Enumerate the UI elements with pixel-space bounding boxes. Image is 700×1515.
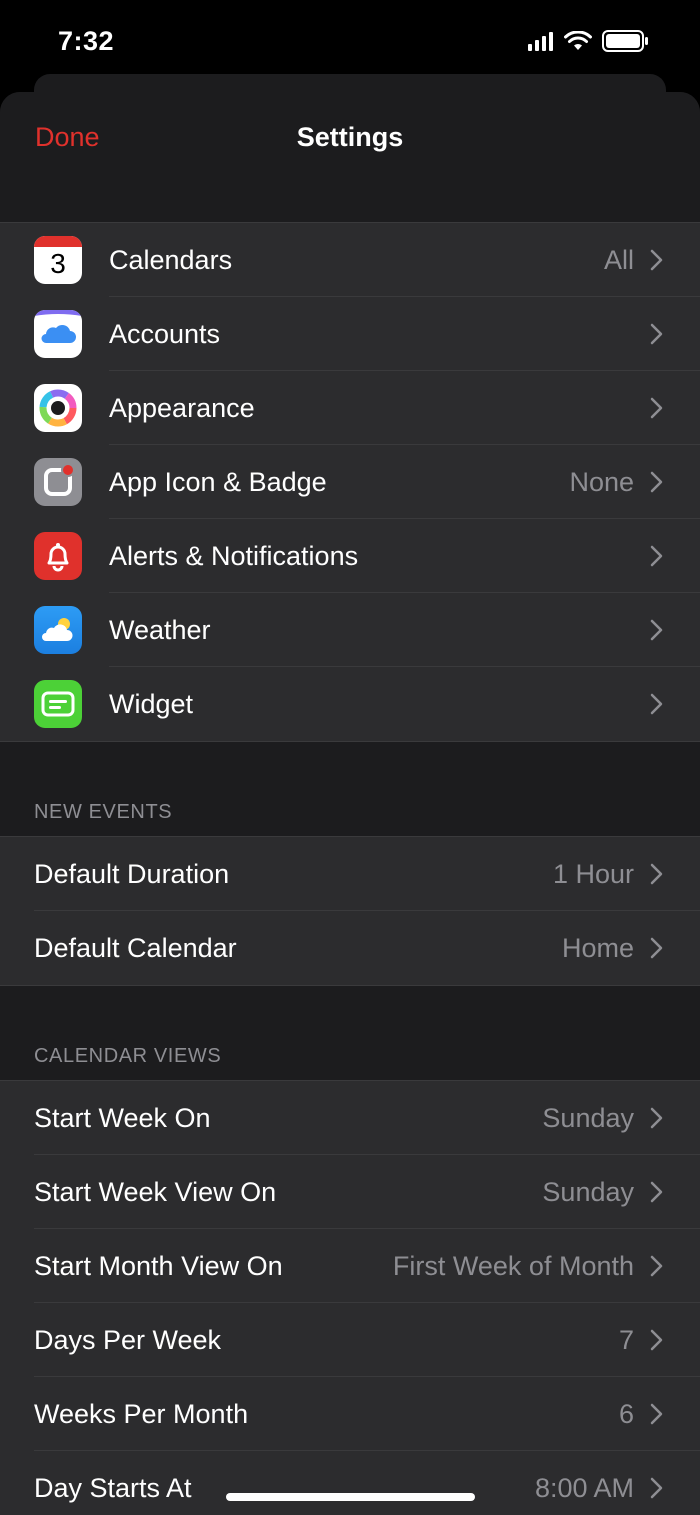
status-time: 7:32 <box>58 26 115 56</box>
calendar-icon: 3 <box>34 236 82 284</box>
calendars-value: All <box>603 245 634 275</box>
settings-row-calendars[interactable]: 3 Calendars All <box>0 223 700 297</box>
weather-icon <box>34 606 82 654</box>
battery-icon <box>602 30 648 52</box>
general-settings-group: 3 Calendars All Accounts Appearance App … <box>0 223 700 742</box>
chevron-right-icon <box>650 471 663 493</box>
nav-bar: Done Settings <box>0 92 700 186</box>
settings-row-start-month-view-on[interactable]: Start Month View On First Week of Month <box>0 1229 700 1303</box>
new-events-group: Default Duration 1 Hour Default Calendar… <box>0 837 700 986</box>
chevron-right-icon <box>650 693 663 715</box>
calendar-views-group: Start Week On Sunday Start Week View On … <box>0 1081 700 1515</box>
settings-row-default-duration[interactable]: Default Duration 1 Hour <box>0 837 700 911</box>
chevron-right-icon <box>650 1181 663 1203</box>
settings-row-accounts[interactable]: Accounts <box>0 297 700 371</box>
settings-row-start-week-view-on[interactable]: Start Week View On Sunday <box>0 1155 700 1229</box>
chevron-right-icon <box>650 545 663 567</box>
chevron-right-icon <box>650 323 663 345</box>
settings-row-app-icon-badge[interactable]: App Icon & Badge None <box>0 445 700 519</box>
settings-row-appearance[interactable]: Appearance <box>0 371 700 445</box>
weather-label: Weather <box>109 615 211 645</box>
settings-row-day-starts-at[interactable]: Day Starts At 8:00 AM <box>0 1451 700 1515</box>
wifi-icon <box>564 31 592 50</box>
widget-label: Widget <box>109 689 194 719</box>
settings-row-weather[interactable]: Weather <box>0 593 700 667</box>
chevron-right-icon <box>650 1329 663 1351</box>
app-icon-badge-value: None <box>569 467 634 497</box>
settings-row-default-calendar[interactable]: Default Calendar Home <box>0 911 700 985</box>
settings-row-start-week-on[interactable]: Start Week On Sunday <box>0 1081 700 1155</box>
start-week-on-label: Start Week On <box>34 1103 211 1133</box>
start-month-view-on-value: First Week of Month <box>392 1251 634 1281</box>
status-icons <box>528 30 648 52</box>
settings-row-weeks-per-month[interactable]: Weeks Per Month 6 <box>0 1377 700 1451</box>
appearance-label: Appearance <box>109 393 255 423</box>
chevron-right-icon <box>650 1403 663 1425</box>
chevron-right-icon <box>650 249 663 271</box>
home-indicator[interactable] <box>226 1493 475 1501</box>
start-week-on-value: Sunday <box>542 1103 634 1133</box>
cloud-icon <box>34 310 82 358</box>
chevron-right-icon <box>650 1107 663 1129</box>
chevron-right-icon <box>650 619 663 641</box>
color-wheel-icon <box>34 384 82 432</box>
settings-row-days-per-week[interactable]: Days Per Week 7 <box>0 1303 700 1377</box>
days-per-week-value: 7 <box>618 1325 634 1355</box>
settings-row-widget[interactable]: Widget <box>0 667 700 741</box>
section-header-label: CALENDAR VIEWS <box>34 1045 222 1067</box>
app-icon-badge-label: App Icon & Badge <box>109 467 327 497</box>
default-duration-label: Default Duration <box>34 859 230 889</box>
alerts-notifications-label: Alerts & Notifications <box>109 541 359 571</box>
settings-row-alerts-notifications[interactable]: Alerts & Notifications <box>0 519 700 593</box>
section-header-new-events: NEW EVENTS <box>0 742 700 837</box>
start-month-view-on-label: Start Month View On <box>34 1251 283 1281</box>
app-badge-icon <box>34 458 82 506</box>
default-calendar-label: Default Calendar <box>34 933 237 963</box>
chevron-right-icon <box>650 863 663 885</box>
section-header-label: NEW EVENTS <box>34 801 173 823</box>
weeks-per-month-value: 6 <box>618 1399 634 1429</box>
start-week-view-on-label: Start Week View On <box>34 1177 277 1207</box>
day-starts-at-value: 8:00 AM <box>534 1473 634 1503</box>
day-starts-at-label: Day Starts At <box>34 1473 192 1503</box>
days-per-week-label: Days Per Week <box>34 1325 222 1355</box>
settings-sheet: Done Settings 3 Calendars All Accounts A… <box>0 92 700 1515</box>
cellular-signal-icon <box>528 32 553 51</box>
weeks-per-month-label: Weeks Per Month <box>34 1399 249 1429</box>
chevron-right-icon <box>650 397 663 419</box>
section-header-calendar-views: CALENDAR VIEWS <box>0 986 700 1081</box>
calendars-label: Calendars <box>109 245 233 275</box>
page-title: Settings <box>296 122 404 152</box>
widget-icon <box>34 680 82 728</box>
default-calendar-value: Home <box>561 933 634 963</box>
bell-icon <box>34 532 82 580</box>
calendar-icon-number: 3 <box>50 248 66 279</box>
chevron-right-icon <box>650 937 663 959</box>
accounts-label: Accounts <box>109 319 221 349</box>
default-duration-value: 1 Hour <box>552 859 634 889</box>
chevron-right-icon <box>650 1477 663 1499</box>
section-spacer <box>0 186 700 223</box>
start-week-view-on-value: Sunday <box>542 1177 634 1207</box>
chevron-right-icon <box>650 1255 663 1277</box>
